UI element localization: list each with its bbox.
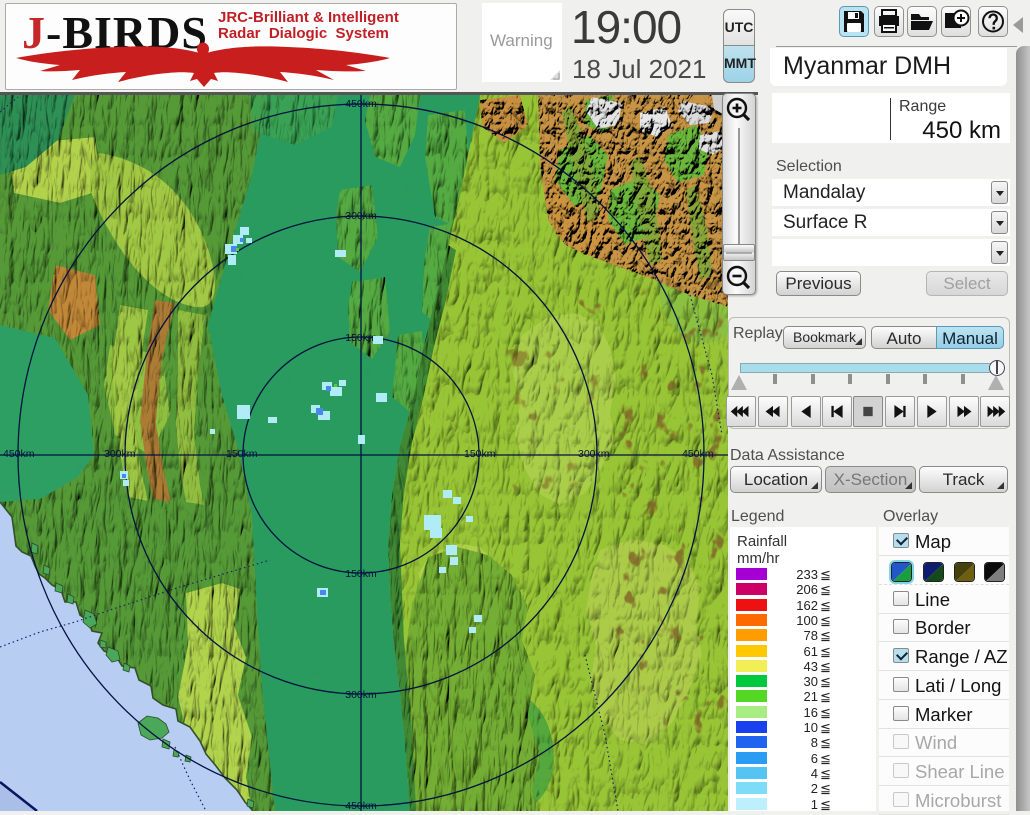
svg-text:150km: 150km <box>345 568 377 580</box>
svg-text:450km: 450km <box>682 448 714 460</box>
svg-text:450km: 450km <box>345 98 377 110</box>
svg-text:300km: 300km <box>578 448 610 460</box>
svg-text:300km: 300km <box>345 689 377 701</box>
svg-text:300km: 300km <box>345 210 377 222</box>
svg-text:150km: 150km <box>226 448 258 460</box>
svg-text:150km: 150km <box>345 332 377 344</box>
svg-text:150km: 150km <box>464 448 496 460</box>
svg-text:450km: 450km <box>345 800 377 811</box>
svg-text:300km: 300km <box>104 448 136 460</box>
svg-text:450km: 450km <box>3 448 35 460</box>
